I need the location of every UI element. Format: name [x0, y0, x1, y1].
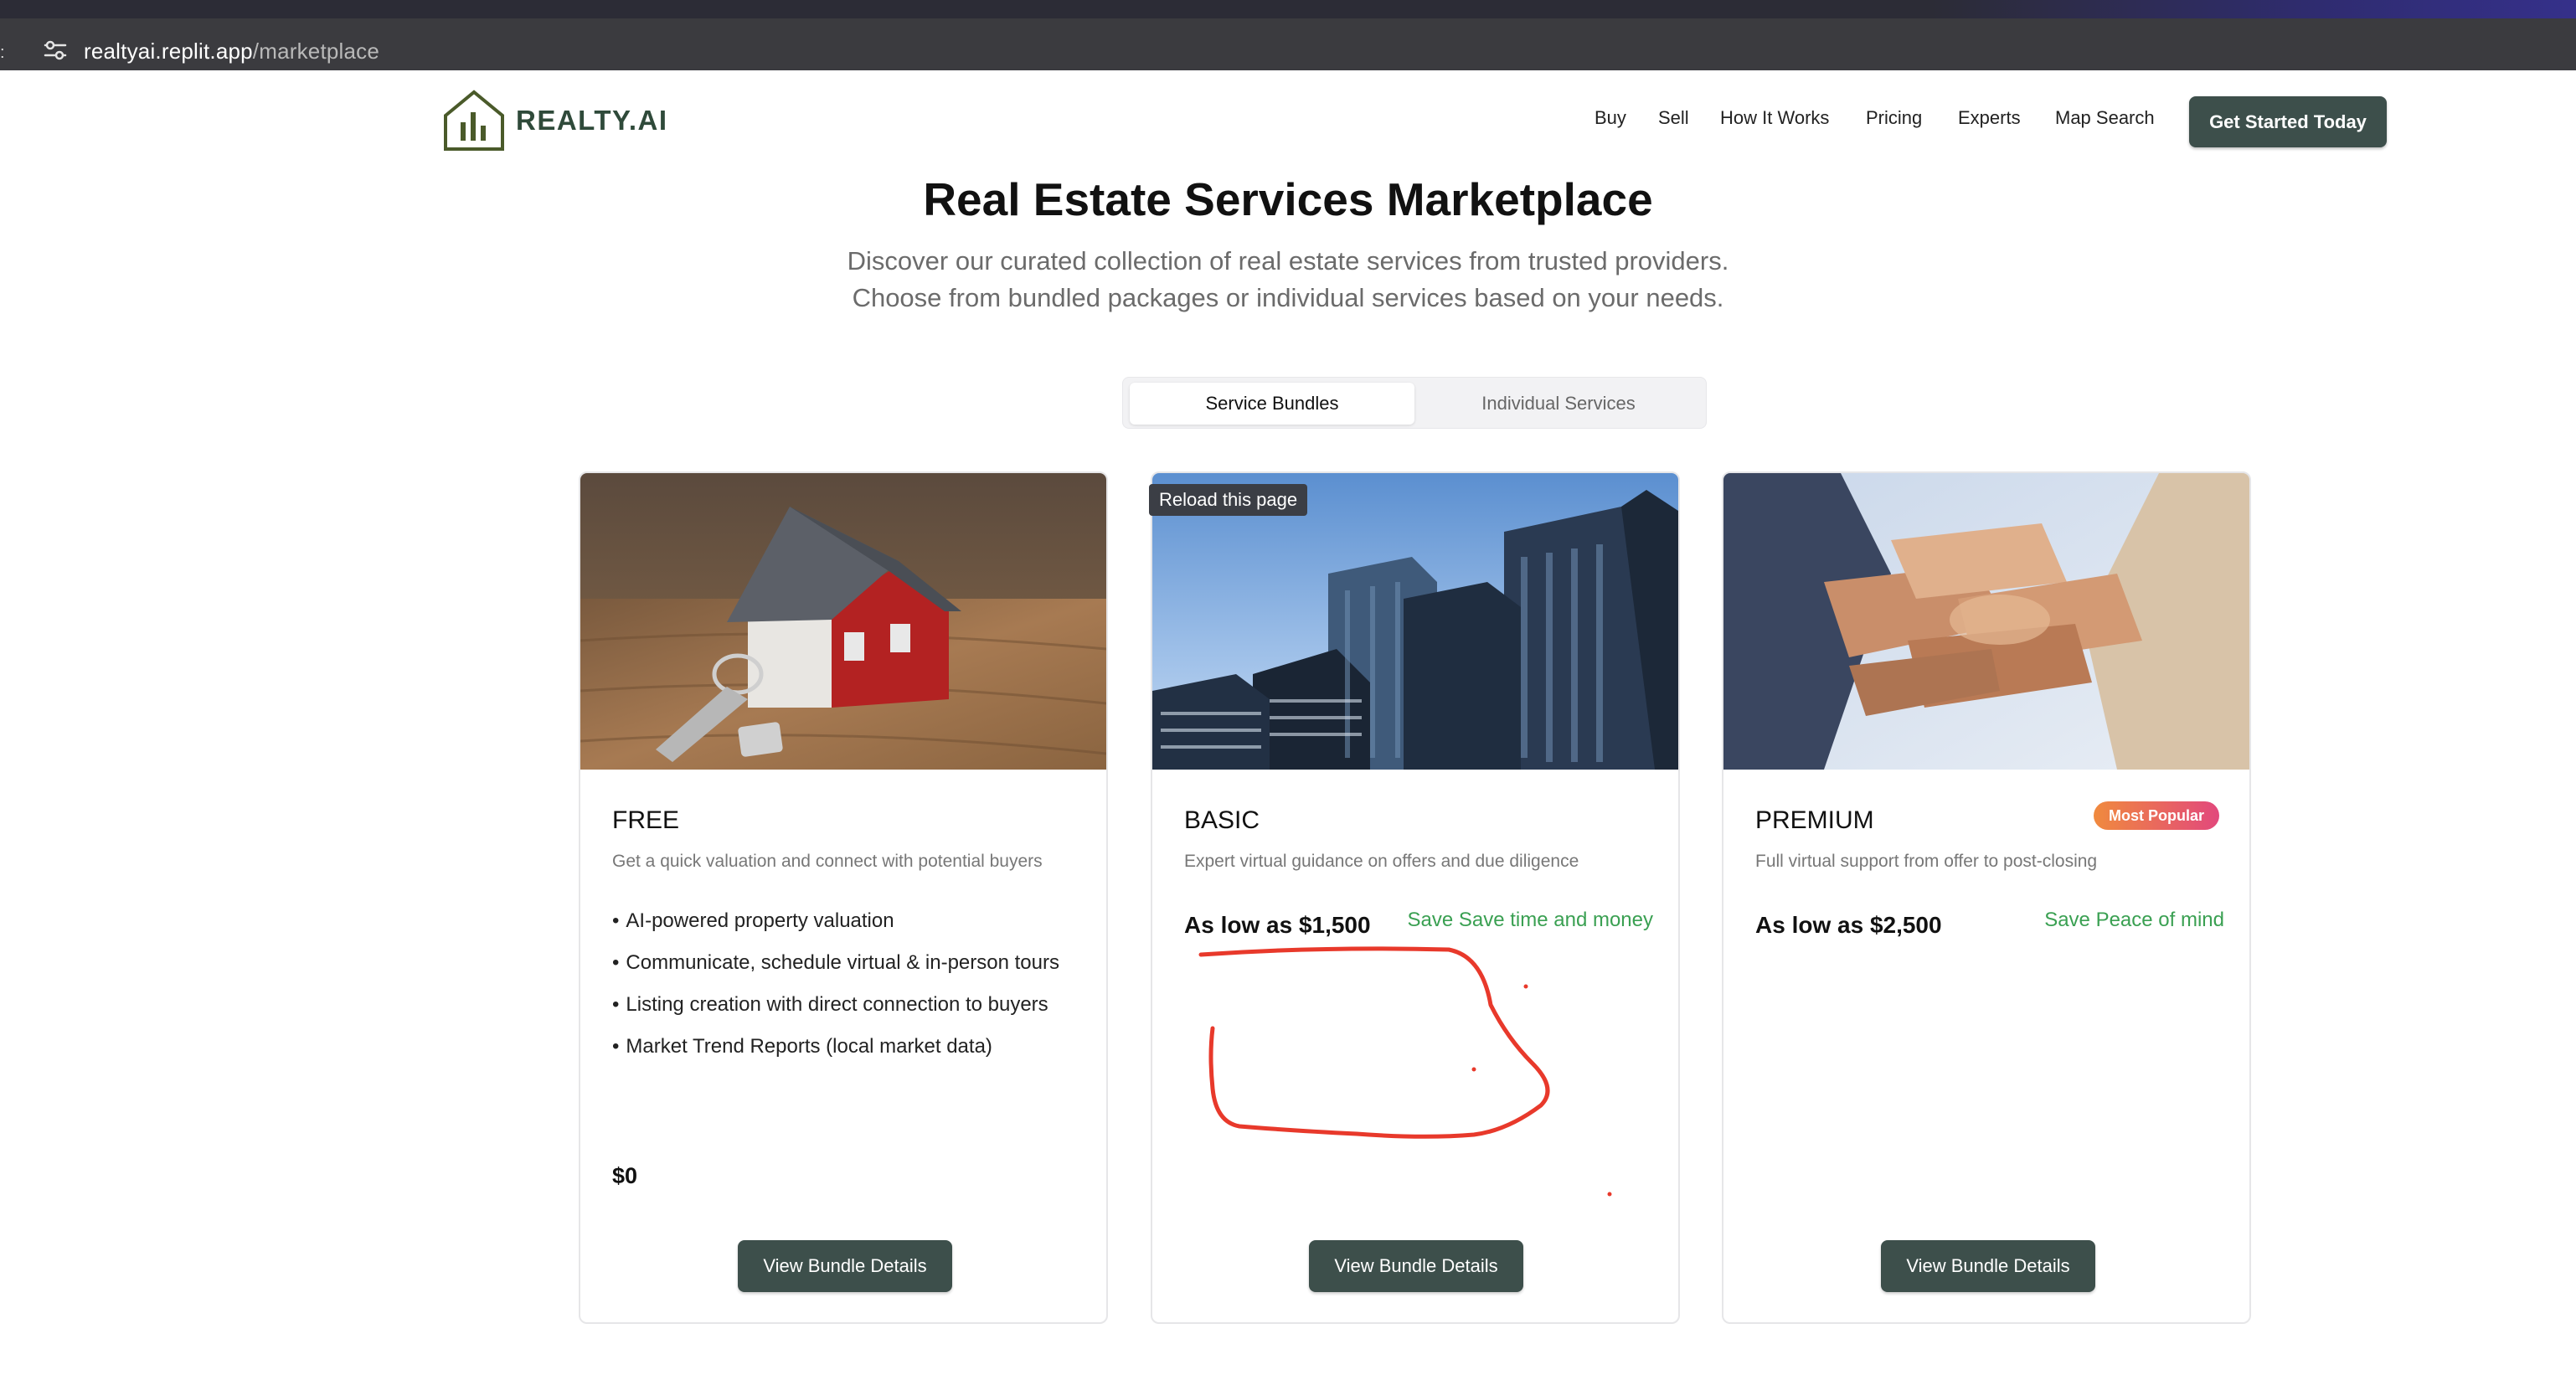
site-info-icon[interactable]: [42, 37, 69, 64]
bundle-card-premium: PREMIUM Most Popular Full virtual suppor…: [1722, 471, 2251, 1324]
card-title: PREMIUM: [1755, 806, 1874, 834]
card-title: FREE: [612, 806, 680, 834]
nav-map-search[interactable]: Map Search: [2055, 107, 2155, 136]
card-description: Expert virtual guidance on offers and du…: [1184, 852, 1579, 871]
page-subtitle: Discover our curated collection of real …: [0, 243, 2576, 317]
reload-tooltip: Reload this page: [1149, 484, 1308, 516]
price-row: As low as $1,500 Save Save time and mone…: [1184, 909, 1653, 942]
nav-how-it-works[interactable]: How It Works: [1720, 107, 1829, 136]
logo-house-chart-icon: [444, 90, 504, 151]
subtitle-line-1: Discover our curated collection of real …: [847, 246, 1729, 276]
page-title: Real Estate Services Marketplace: [923, 173, 1653, 225]
url-text[interactable]: realtyai.replit.app/marketplace: [84, 39, 379, 64]
view-bundle-details-button[interactable]: View Bundle Details: [1881, 1240, 2095, 1292]
nav-experts[interactable]: Experts: [1958, 107, 2021, 136]
nav-pricing[interactable]: Pricing: [1866, 107, 1922, 136]
feature-item: Listing creation with direct connection …: [612, 989, 1064, 1020]
tab-edge: :: [0, 44, 5, 62]
feature-item: AI-powered property valuation: [612, 905, 1064, 936]
card-price: As low as $1,500: [1184, 912, 1371, 938]
nav-sell[interactable]: Sell: [1658, 107, 1689, 136]
get-started-button[interactable]: Get Started Today: [2189, 96, 2387, 147]
stacked-hands-image: [1723, 473, 2249, 770]
bundle-tabs: Service Bundles Individual Services: [1122, 377, 1707, 429]
address-bar[interactable]: : realtyai.replit.app/marketplace: [0, 18, 2576, 70]
card-description: Get a quick valuation and connect with p…: [612, 852, 1043, 871]
window-title-strip: [0, 0, 2576, 18]
bundle-card-free: FREE Get a quick valuation and connect w…: [579, 471, 1108, 1324]
feature-item: Communicate, schedule virtual & in-perso…: [612, 947, 1064, 978]
city-skyscrapers-image: [1152, 473, 1678, 770]
view-bundle-details-button[interactable]: View Bundle Details: [738, 1240, 952, 1292]
feature-item: Market Trend Reports (local market data): [612, 1031, 1064, 1062]
url-path: /marketplace: [252, 39, 380, 64]
tab-individual-services[interactable]: Individual Services: [1416, 383, 1701, 425]
url-host: realtyai.replit.app: [84, 39, 253, 64]
card-description: Full virtual support from offer to post-…: [1755, 852, 2098, 871]
feature-list: AI-powered property valuation Communicat…: [612, 905, 1064, 1073]
subtitle-line-2: Choose from bundled packages or individu…: [852, 283, 1724, 312]
view-bundle-details-button[interactable]: View Bundle Details: [1309, 1240, 1523, 1292]
nav-buy[interactable]: Buy: [1595, 107, 1626, 136]
card-title: BASIC: [1184, 806, 1260, 834]
price-row: As low as $2,500 Save Peace of mind: [1755, 909, 2224, 942]
save-text: Save Save time and money: [1407, 909, 1654, 931]
save-text: Save Peace of mind: [2044, 909, 2224, 931]
bundle-card-basic: BASIC Expert virtual guidance on offers …: [1151, 471, 1680, 1324]
house-model-image: [580, 473, 1106, 770]
most-popular-badge: Most Popular: [2093, 801, 2219, 830]
logo-text: REALTY.AI: [516, 105, 668, 136]
card-price: As low as $2,500: [1755, 912, 1942, 938]
card-price: $0: [612, 1163, 638, 1188]
tab-service-bundles[interactable]: Service Bundles: [1130, 383, 1414, 425]
site-logo[interactable]: REALTY.AI: [440, 87, 668, 154]
